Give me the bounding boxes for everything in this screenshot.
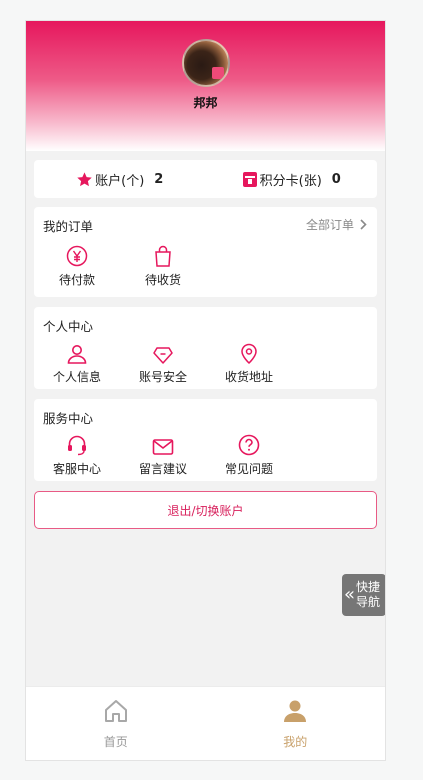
tab-home[interactable]: 首页 (26, 687, 206, 760)
shield-icon (152, 342, 174, 364)
stat-accounts-value: 2 (154, 171, 164, 187)
tab-home-label: 首页 (103, 735, 128, 749)
personal-info[interactable]: 个人信息 (34, 342, 120, 385)
feedback[interactable]: 留言建议 (120, 434, 206, 477)
feedback-label: 留言建议 (138, 462, 187, 476)
service-center-card: 服务中心 客服中心 留言建议 常见问题 (34, 399, 377, 481)
bottom-tab-bar: 首页 我的 (26, 686, 386, 760)
logout-button[interactable]: 退出/切换账户 (34, 491, 377, 529)
location-pin-icon (240, 342, 258, 364)
stat-points-cards[interactable]: 积分卡(张) 0 (206, 170, 378, 189)
shipping-address[interactable]: 收货地址 (206, 342, 292, 385)
service-center-title: 服务中心 (43, 411, 94, 426)
account-security[interactable]: 账号安全 (120, 342, 206, 385)
personal-center-title: 个人中心 (43, 319, 94, 334)
orders-title: 我的订单 (43, 219, 94, 234)
account-security-label: 账号安全 (138, 370, 187, 384)
user-icon (66, 342, 88, 364)
personal-info-label: 个人信息 (52, 370, 101, 384)
shopping-bag-icon (153, 245, 173, 267)
profile-header: 邦邦 (26, 21, 385, 151)
faq[interactable]: 常见问题 (206, 434, 292, 477)
chevron-right-icon (360, 219, 367, 230)
username: 邦邦 (193, 96, 218, 110)
stat-accounts-label: 账户(个) (95, 173, 145, 189)
question-icon (238, 434, 260, 456)
tab-mine[interactable]: 我的 (206, 687, 386, 760)
order-pending-receipt[interactable]: 待收货 (120, 245, 206, 288)
app-screen: 邦邦 账户(个) 2 积分卡(张) 0 我的订单 全部订单 待付款 待收货 个人… (25, 20, 386, 761)
home-icon (103, 699, 129, 727)
points-card-icon (242, 171, 258, 188)
quick-nav-button[interactable]: « 快捷 导航 (342, 574, 385, 616)
person-icon (282, 699, 308, 727)
customer-service-label: 客服中心 (52, 462, 101, 476)
double-chevron-left-icon: « (344, 584, 356, 605)
personal-center-card: 个人中心 个人信息 账号安全 收货地址 (34, 307, 377, 389)
stat-points-cards-label: 积分卡(张) (259, 173, 322, 189)
quick-nav-line1: 快捷 (356, 580, 381, 594)
order-pending-payment-label: 待付款 (58, 273, 95, 287)
customer-service[interactable]: 客服中心 (34, 434, 120, 477)
stat-points-cards-value: 0 (331, 171, 341, 187)
yen-icon (66, 245, 88, 267)
star-icon (76, 171, 93, 188)
quick-nav-line2: 导航 (356, 595, 381, 609)
order-pending-payment[interactable]: 待付款 (34, 245, 120, 288)
headset-icon (66, 434, 88, 456)
faq-label: 常见问题 (224, 462, 273, 476)
avatar[interactable] (182, 39, 230, 87)
all-orders-link[interactable]: 全部订单 (306, 216, 367, 233)
stat-accounts[interactable]: 账户(个) 2 (34, 170, 206, 189)
order-pending-receipt-label: 待收货 (144, 273, 181, 287)
all-orders-label: 全部订单 (305, 218, 354, 232)
orders-card: 我的订单 全部订单 待付款 待收货 (34, 207, 377, 297)
stats-card: 账户(个) 2 积分卡(张) 0 (34, 160, 377, 198)
shipping-address-label: 收货地址 (224, 370, 273, 384)
mail-icon (152, 434, 174, 456)
tab-mine-label: 我的 (283, 735, 308, 749)
